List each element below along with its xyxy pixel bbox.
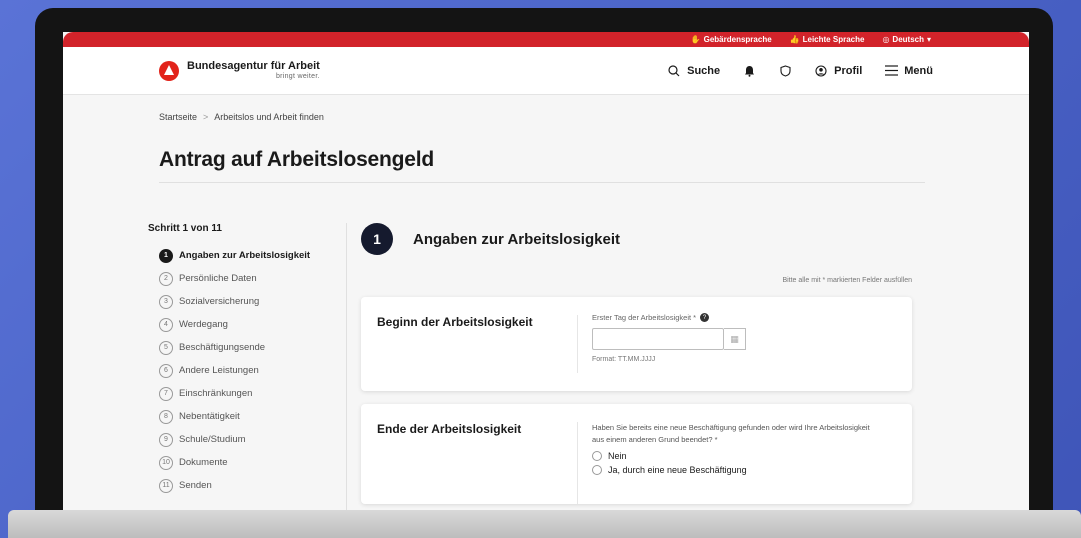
globe-icon: ◎ <box>882 35 890 44</box>
logo[interactable]: Bundesagentur für Arbeit bringt weiter. <box>159 60 320 81</box>
step-item[interactable]: 1 Angaben zur Arbeitslosigkeit <box>159 244 347 267</box>
step-label: Schule/Studium <box>179 434 246 445</box>
step-number-icon: 8 <box>159 409 173 424</box>
privacy-button[interactable] <box>778 64 792 78</box>
step-number-icon: 9 <box>159 432 173 447</box>
hand-icon: ✋ <box>690 35 701 44</box>
menu-button[interactable]: Menü <box>884 64 933 78</box>
step-item[interactable]: 6 Andere Leistungen <box>159 359 347 382</box>
card-body-start: Erster Tag der Arbeitslosigkeit * ? ▦ Fo… <box>577 313 746 373</box>
step-number-icon: 3 <box>159 294 173 309</box>
first-day-input[interactable] <box>592 328 724 350</box>
page-title: Antrag auf Arbeitslosengeld <box>159 148 435 171</box>
step-number-icon: 10 <box>159 455 173 470</box>
breadcrumb-separator: > <box>203 112 209 122</box>
step-item[interactable]: 3 Sozialversicherung <box>159 290 347 313</box>
step-label: Beschäftigungsende <box>179 342 266 353</box>
step-number-icon: 7 <box>159 386 173 401</box>
date-format-hint: Format: TT.MM.JJJJ <box>592 356 656 363</box>
search-icon <box>667 64 681 78</box>
utility-bar: ✋ Gebärdensprache 👍 Leichte Sprache ◎ De… <box>63 32 1029 47</box>
browser-screen: ✋ Gebärdensprache 👍 Leichte Sprache ◎ De… <box>63 32 1029 522</box>
form-title: Angaben zur Arbeitslosigkeit <box>413 230 620 248</box>
step-label: Persönliche Daten <box>179 273 257 284</box>
step-item[interactable]: 2 Persönliche Daten <box>159 267 347 290</box>
step-label: Werdegang <box>179 319 228 330</box>
shield-icon <box>778 64 792 78</box>
step-number-icon: 11 <box>159 478 173 493</box>
steps-divider <box>346 223 347 522</box>
calendar-icon: ▦ <box>730 333 739 344</box>
date-field-row: ▦ <box>592 328 746 350</box>
radio-circle[interactable] <box>592 464 602 475</box>
step-label: Sozialversicherung <box>179 296 260 307</box>
laptop-base <box>8 510 1081 538</box>
step-label: Dokumente <box>179 457 228 468</box>
radio-circle[interactable] <box>592 450 602 461</box>
current-step-badge: 1 <box>361 223 393 255</box>
form-section: 1 Angaben zur Arbeitslosigkeit Bitte all… <box>361 223 912 522</box>
step-item[interactable]: 9 Schule/Studium <box>159 428 347 451</box>
breadcrumb-home[interactable]: Startseite <box>159 112 197 122</box>
card-end-unemployment: Ende der Arbeitslosigkeit Haben Sie bere… <box>361 404 912 504</box>
user-icon <box>814 64 828 78</box>
step-label: Einschränkungen <box>179 388 253 399</box>
org-name: Bundesagentur für Arbeit <box>187 60 320 73</box>
step-label: Nebentätigkeit <box>179 411 240 422</box>
breadcrumb-current[interactable]: Arbeitslos und Arbeit finden <box>214 112 324 122</box>
step-item[interactable]: 11 Senden <box>159 474 347 497</box>
logo-mark-icon <box>159 60 179 81</box>
first-day-label: Erster Tag der Arbeitslosigkeit * ? <box>592 313 746 322</box>
site-header: Bundesagentur für Arbeit bringt weiter. … <box>63 47 1029 95</box>
step-item[interactable]: 4 Werdegang <box>159 313 347 336</box>
org-claim: bringt weiter. <box>275 72 320 80</box>
chevron-down-icon: ▾ <box>926 35 931 44</box>
radio-option-no[interactable]: Nein <box>592 450 882 461</box>
thumbs-icon: 👍 <box>789 35 800 44</box>
title-divider <box>159 182 925 183</box>
end-question: Haben Sie bereits eine neue Beschäftigun… <box>592 423 870 445</box>
search-button[interactable]: Suche <box>667 64 720 78</box>
main-nav: Suche Profil Menü <box>667 64 933 78</box>
step-number-icon: 4 <box>159 317 173 332</box>
sign-language-link[interactable]: ✋ Gebärdensprache <box>691 35 772 44</box>
form-header: 1 Angaben zur Arbeitslosigkeit <box>361 223 912 255</box>
step-number-icon: 5 <box>159 340 173 355</box>
card-title-start: Beginn der Arbeitslosigkeit <box>377 315 533 329</box>
step-item[interactable]: 10 Dokumente <box>159 451 347 474</box>
card-start-unemployment: Beginn der Arbeitslosigkeit Erster Tag d… <box>361 297 912 391</box>
card-body-end: Haben Sie bereits eine neue Beschäftigun… <box>577 422 882 504</box>
hamburger-icon <box>884 64 898 78</box>
step-counter: Schritt 1 von 11 <box>148 223 222 234</box>
card-title-end: Ende der Arbeitslosigkeit <box>377 422 522 436</box>
step-label: Angaben zur Arbeitslosigkeit <box>179 250 311 261</box>
step-item[interactable]: 8 Nebentätigkeit <box>159 405 347 428</box>
step-number-icon: 2 <box>159 271 173 286</box>
notifications-button[interactable] <box>742 64 756 78</box>
bell-icon <box>742 64 756 78</box>
page-content: Startseite > Arbeitslos und Arbeit finde… <box>63 112 1029 522</box>
required-fields-hint: Bitte alle mit * markierten Felder ausfü… <box>782 277 912 284</box>
radio-option-yes-new-job[interactable]: Ja, durch eine neue Beschäftigung <box>592 464 882 475</box>
step-number-icon: 6 <box>159 363 173 378</box>
step-navigation: Schritt 1 von 11 1 Angaben zur Arbeitslos… <box>148 223 347 522</box>
step-label: Senden <box>179 480 212 491</box>
profile-button[interactable]: Profil <box>814 64 862 78</box>
breadcrumb: Startseite > Arbeitslos und Arbeit finde… <box>159 112 933 122</box>
help-icon[interactable]: ? <box>700 313 710 322</box>
application-form-area: Schritt 1 von 11 1 Angaben zur Arbeitslos… <box>148 223 933 522</box>
calendar-button[interactable]: ▦ <box>724 328 746 350</box>
step-item[interactable]: 5 Beschäftigungsende <box>159 336 347 359</box>
easy-language-link[interactable]: 👍 Leichte Sprache <box>790 35 865 44</box>
step-item[interactable]: 7 Einschränkungen <box>159 382 347 405</box>
language-selector[interactable]: ◎ Deutsch ▾ <box>882 35 931 44</box>
step-number-icon: 1 <box>159 248 173 263</box>
step-label: Andere Leistungen <box>179 365 259 376</box>
